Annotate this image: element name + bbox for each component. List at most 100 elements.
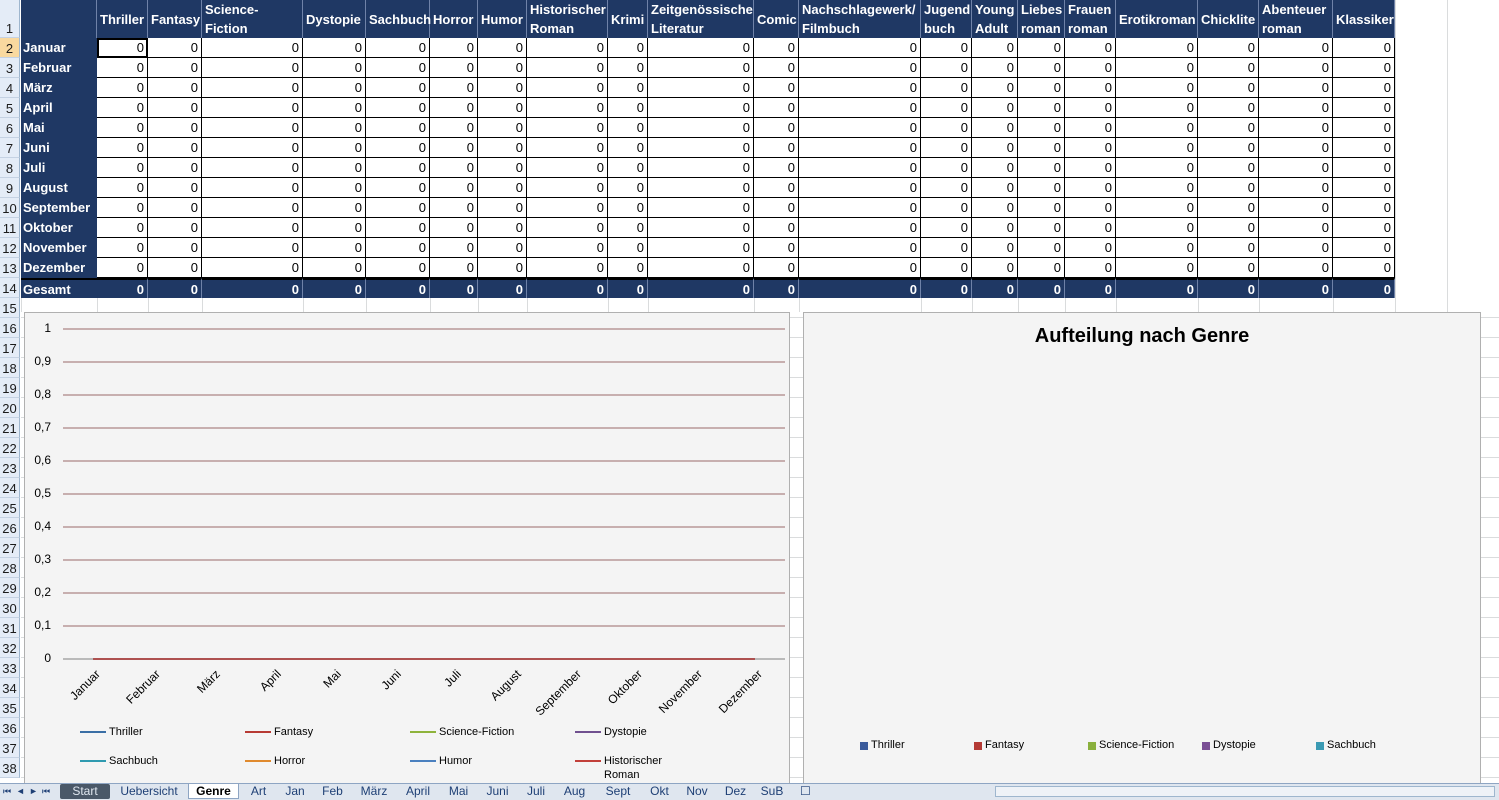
data-cell[interactable]: 0: [478, 118, 527, 138]
data-cell[interactable]: 0: [430, 58, 478, 78]
data-cell[interactable]: 0: [972, 198, 1018, 218]
data-cell[interactable]: 0: [608, 78, 648, 98]
column-header[interactable]: Jugend buch: [921, 0, 972, 38]
data-cell[interactable]: 0: [366, 38, 430, 58]
row-number[interactable]: 7: [0, 138, 20, 158]
data-cell[interactable]: 0: [478, 238, 527, 258]
data-cell[interactable]: 0: [799, 238, 921, 258]
month-label[interactable]: Februar: [21, 58, 97, 78]
data-cell[interactable]: 0: [1259, 238, 1333, 258]
data-cell[interactable]: 0: [430, 178, 478, 198]
column-header[interactable]: Klassiker: [1333, 0, 1395, 38]
data-cell[interactable]: 0: [1333, 218, 1395, 238]
data-cell[interactable]: 0: [754, 218, 799, 238]
data-cell[interactable]: 0: [148, 78, 202, 98]
row-number[interactable]: 4: [0, 78, 20, 98]
data-cell[interactable]: 0: [527, 178, 608, 198]
data-cell[interactable]: 0: [921, 218, 972, 238]
data-cell[interactable]: 0: [527, 198, 608, 218]
data-cell[interactable]: 0: [478, 198, 527, 218]
data-cell[interactable]: 0: [799, 118, 921, 138]
sheet-tab[interactable]: Juni: [478, 784, 517, 799]
data-cell[interactable]: 0: [754, 78, 799, 98]
data-cell[interactable]: 0: [1333, 98, 1395, 118]
data-cell[interactable]: 0: [148, 138, 202, 158]
data-cell[interactable]: 0: [1198, 178, 1259, 198]
column-header[interactable]: Zeitgenössische Literatur: [648, 0, 754, 38]
total-cell[interactable]: 0: [303, 278, 366, 298]
data-cell[interactable]: 0: [648, 198, 754, 218]
data-cell[interactable]: 0: [527, 158, 608, 178]
data-cell[interactable]: 0: [608, 158, 648, 178]
data-cell[interactable]: 0: [430, 198, 478, 218]
row-number[interactable]: 34: [0, 678, 20, 698]
month-label[interactable]: November: [21, 238, 97, 258]
data-cell[interactable]: 0: [366, 78, 430, 98]
column-header[interactable]: Comic: [754, 0, 799, 38]
month-label[interactable]: März: [21, 78, 97, 98]
data-cell[interactable]: 0: [799, 38, 921, 58]
data-cell[interactable]: 0: [1018, 258, 1065, 278]
data-cell[interactable]: 0: [303, 158, 366, 178]
data-cell[interactable]: 0: [608, 218, 648, 238]
sheet-tab[interactable]: Jan: [278, 784, 312, 799]
data-cell[interactable]: 0: [148, 238, 202, 258]
row-number[interactable]: 10: [0, 198, 20, 218]
data-cell[interactable]: 0: [202, 138, 303, 158]
column-header[interactable]: Science-Fiction: [202, 0, 303, 38]
column-header[interactable]: Dystopie: [303, 0, 366, 38]
data-cell[interactable]: 0: [97, 118, 148, 138]
data-cell[interactable]: 0: [799, 198, 921, 218]
data-cell[interactable]: 0: [608, 118, 648, 138]
data-cell[interactable]: 0: [366, 258, 430, 278]
total-cell[interactable]: 0: [754, 278, 799, 298]
total-cell[interactable]: 0: [1116, 278, 1198, 298]
data-cell[interactable]: 0: [430, 238, 478, 258]
data-cell[interactable]: 0: [478, 178, 527, 198]
data-cell[interactable]: 0: [972, 178, 1018, 198]
data-cell[interactable]: 0: [1018, 78, 1065, 98]
data-cell[interactable]: 0: [921, 158, 972, 178]
data-cell[interactable]: 0: [148, 258, 202, 278]
data-cell[interactable]: 0: [754, 38, 799, 58]
data-cell[interactable]: 0: [97, 138, 148, 158]
data-cell[interactable]: 0: [754, 198, 799, 218]
data-cell[interactable]: 0: [1333, 198, 1395, 218]
data-cell[interactable]: 0: [1116, 178, 1198, 198]
column-header[interactable]: Humor: [478, 0, 527, 38]
data-cell[interactable]: 0: [303, 78, 366, 98]
row-number[interactable]: 3: [0, 58, 20, 78]
row-number[interactable]: 22: [0, 438, 20, 458]
row-number[interactable]: 31: [0, 618, 20, 638]
data-cell[interactable]: 0: [303, 98, 366, 118]
sheet-tab[interactable]: Dez: [717, 784, 754, 799]
data-cell[interactable]: 0: [430, 138, 478, 158]
data-cell[interactable]: 0: [527, 98, 608, 118]
horizontal-scrollbar[interactable]: [995, 786, 1495, 797]
data-cell[interactable]: 0: [527, 138, 608, 158]
data-cell[interactable]: 0: [430, 98, 478, 118]
data-cell[interactable]: 0: [97, 38, 148, 58]
data-cell[interactable]: 0: [1018, 178, 1065, 198]
data-cell[interactable]: 0: [1116, 58, 1198, 78]
data-cell[interactable]: 0: [366, 198, 430, 218]
sheet-tab[interactable]: März: [353, 784, 395, 799]
data-cell[interactable]: 0: [608, 198, 648, 218]
month-label[interactable]: Januar: [21, 38, 97, 58]
data-cell[interactable]: 0: [921, 58, 972, 78]
row-number[interactable]: 37: [0, 738, 20, 758]
data-cell[interactable]: 0: [972, 218, 1018, 238]
data-cell[interactable]: 0: [430, 78, 478, 98]
column-header[interactable]: Chicklite: [1198, 0, 1259, 38]
data-cell[interactable]: 0: [921, 178, 972, 198]
data-cell[interactable]: 0: [366, 98, 430, 118]
data-cell[interactable]: 0: [1065, 38, 1116, 58]
data-cell[interactable]: 0: [799, 58, 921, 78]
data-cell[interactable]: 0: [303, 258, 366, 278]
total-cell[interactable]: 0: [1018, 278, 1065, 298]
data-cell[interactable]: 0: [972, 78, 1018, 98]
data-cell[interactable]: 0: [1065, 158, 1116, 178]
row-number[interactable]: 9: [0, 178, 20, 198]
data-cell[interactable]: 0: [754, 158, 799, 178]
data-cell[interactable]: 0: [97, 78, 148, 98]
